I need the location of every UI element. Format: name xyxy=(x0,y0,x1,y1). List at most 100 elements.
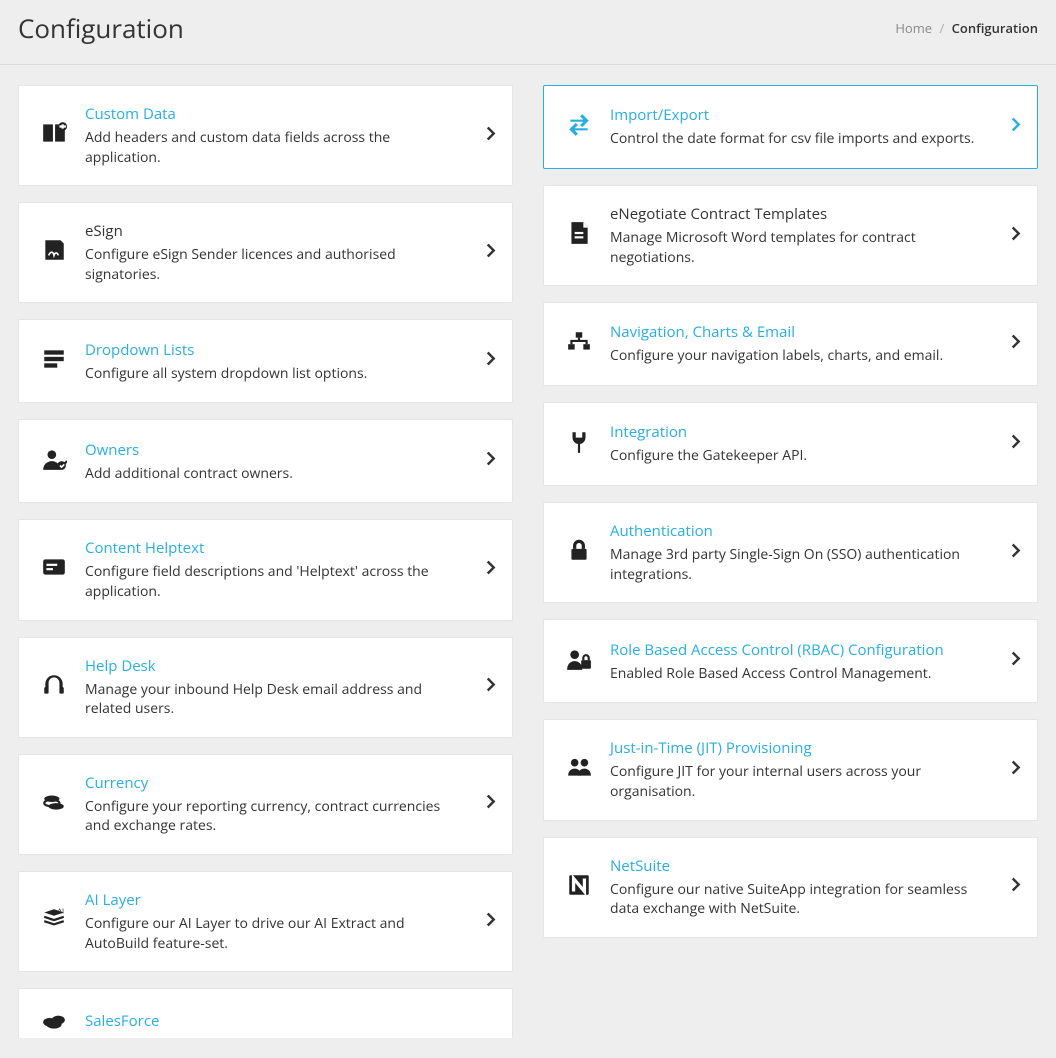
card-role-based-access-control-rbac-configuration[interactable]: Role Based Access Control (RBAC) Configu… xyxy=(543,619,1038,703)
card-body: Navigation, Charts & Email Configure your… xyxy=(610,322,1019,366)
card-title: Content Helptext xyxy=(85,538,468,558)
card-title: Owners xyxy=(85,440,468,460)
card-body: Content Helptext Configure field descript… xyxy=(85,538,494,601)
card-body: eSign Configure eSign Sender licences and… xyxy=(85,221,494,284)
card-body: eNegotiate Contract TemplatesManage Micr… xyxy=(610,204,1019,267)
esign-icon xyxy=(37,237,71,268)
cards-grid: Custom Data Add headers and custom data f… xyxy=(0,65,1056,1058)
rbac-icon xyxy=(562,646,596,677)
card-body: Authentication Manage 3rd party Single-Si… xyxy=(610,521,1019,584)
card-body: Just-in-Time (JIT) Provisioning Configure… xyxy=(610,738,1019,801)
right-column: Import/Export Control the date format for… xyxy=(543,85,1038,1038)
chevron-right-icon xyxy=(1011,332,1023,357)
card-desc: Configure all system dropdown list optio… xyxy=(85,364,468,384)
card-title: AI Layer xyxy=(85,890,468,910)
ai-icon xyxy=(37,906,71,937)
breadcrumb-current: Configuration xyxy=(952,19,1038,37)
card-body: NetSuiteConfigure our native SuiteApp in… xyxy=(610,856,1019,919)
card-authentication[interactable]: Authentication Manage 3rd party Single-Si… xyxy=(543,502,1038,603)
card-content-helptext[interactable]: Content Helptext Configure field descript… xyxy=(18,519,513,620)
card-body: Dropdown Lists Configure all system dropd… xyxy=(85,340,494,384)
card-desc: Manage 3rd party Single-Sign On (SSO) au… xyxy=(610,545,993,584)
import-export-icon xyxy=(562,112,596,143)
card-title: eSign xyxy=(85,221,468,241)
chevron-right-icon xyxy=(486,240,498,265)
chevron-right-icon xyxy=(1011,757,1023,782)
card-enegotiate-contract-templates[interactable]: eNegotiate Contract TemplatesManage Micr… xyxy=(543,185,1038,286)
card-body: AI Layer Configure our AI Layer to drive … xyxy=(85,890,494,953)
card-title: Dropdown Lists xyxy=(85,340,468,360)
card-desc: Configure our native SuiteApp integratio… xyxy=(610,880,993,919)
helptext-icon xyxy=(37,554,71,585)
card-desc: Configure your navigation labels, charts… xyxy=(610,346,993,366)
card-help-desk[interactable]: Help Desk Manage your inbound Help Desk e… xyxy=(18,637,513,738)
card-title: Custom Data xyxy=(85,104,468,124)
card-title: Import/Export xyxy=(610,105,993,125)
chevron-right-icon xyxy=(1011,115,1023,140)
card-body: Custom Data Add headers and custom data f… xyxy=(85,104,494,167)
card-currency[interactable]: Currency Configure your reporting currenc… xyxy=(18,754,513,855)
card-custom-data[interactable]: Custom Data Add headers and custom data f… xyxy=(18,85,513,186)
card-desc: Configure field descriptions and 'Helpte… xyxy=(85,562,468,601)
left-column: Custom Data Add headers and custom data f… xyxy=(18,85,513,1038)
chevron-right-icon xyxy=(486,557,498,582)
dropdown-icon xyxy=(37,346,71,377)
card-desc: Manage Microsoft Word templates for cont… xyxy=(610,228,993,267)
breadcrumb-home[interactable]: Home xyxy=(895,19,932,37)
chevron-right-icon xyxy=(486,675,498,700)
integration-icon xyxy=(562,429,596,460)
card-body: Import/Export Control the date format for… xyxy=(610,105,1019,149)
chevron-right-icon xyxy=(486,909,498,934)
card-salesforce[interactable]: SalesForce xyxy=(18,988,513,1038)
card-body: Role Based Access Control (RBAC) Configu… xyxy=(610,640,1019,684)
card-desc: Configure our AI Layer to drive our AI E… xyxy=(85,914,468,953)
breadcrumb: Home / Configuration xyxy=(895,19,1038,37)
card-body: Integration Configure the Gatekeeper API. xyxy=(610,422,1019,466)
card-desc: Configure your reporting currency, contr… xyxy=(85,797,468,836)
card-esign[interactable]: eSign Configure eSign Sender licences and… xyxy=(18,202,513,303)
card-netsuite[interactable]: NetSuiteConfigure our native SuiteApp in… xyxy=(543,837,1038,938)
card-import-export[interactable]: Import/Export Control the date format for… xyxy=(543,85,1038,169)
card-integration[interactable]: Integration Configure the Gatekeeper API. xyxy=(543,402,1038,486)
card-desc: Control the date format for csv file imp… xyxy=(610,129,993,149)
card-dropdown-lists[interactable]: Dropdown Lists Configure all system dropd… xyxy=(18,319,513,403)
chevron-right-icon xyxy=(1011,540,1023,565)
card-title: Help Desk xyxy=(85,656,468,676)
card-title: Integration xyxy=(610,422,993,442)
card-ai-layer[interactable]: AI Layer Configure our AI Layer to drive … xyxy=(18,871,513,972)
card-title: Just-in-Time (JIT) Provisioning xyxy=(610,738,993,758)
card-title: Navigation, Charts & Email xyxy=(610,322,993,342)
chevron-right-icon xyxy=(1011,875,1023,900)
card-title: Role Based Access Control (RBAC) Configu… xyxy=(610,640,993,660)
page-title: Configuration xyxy=(18,10,184,46)
card-body: Help Desk Manage your inbound Help Desk e… xyxy=(85,656,494,719)
card-body: SalesForce xyxy=(85,1011,494,1035)
card-navigation-charts-email[interactable]: Navigation, Charts & Email Configure your… xyxy=(543,302,1038,386)
card-desc: Add headers and custom data fields acros… xyxy=(85,128,468,167)
chevron-right-icon xyxy=(486,449,498,474)
salesforce-icon xyxy=(37,1007,71,1038)
card-owners[interactable]: Owners Add additional contract owners. xyxy=(18,419,513,503)
netsuite-icon xyxy=(562,872,596,903)
chevron-right-icon xyxy=(486,792,498,817)
chevron-right-icon xyxy=(1011,432,1023,457)
card-desc: Enabled Role Based Access Control Manage… xyxy=(610,664,993,684)
auth-icon xyxy=(562,537,596,568)
card-title: Authentication xyxy=(610,521,993,541)
page-header: Configuration Home / Configuration xyxy=(0,0,1056,65)
breadcrumb-sep: / xyxy=(939,19,944,37)
enegotiate-icon xyxy=(562,220,596,251)
owners-icon xyxy=(37,446,71,477)
chevron-right-icon xyxy=(486,349,498,374)
card-desc: Manage your inbound Help Desk email addr… xyxy=(85,680,468,719)
chevron-right-icon xyxy=(1011,649,1023,674)
card-desc: Configure eSign Sender licences and auth… xyxy=(85,245,468,284)
card-desc: Configure JIT for your internal users ac… xyxy=(610,762,993,801)
card-desc: Add additional contract owners. xyxy=(85,464,468,484)
card-title: Currency xyxy=(85,773,468,793)
chevron-right-icon xyxy=(486,123,498,148)
card-title: SalesForce xyxy=(85,1011,468,1031)
helpdesk-icon xyxy=(37,672,71,703)
card-desc: Configure the Gatekeeper API. xyxy=(610,446,993,466)
card-just-in-time-jit-provisioning[interactable]: Just-in-Time (JIT) Provisioning Configure… xyxy=(543,719,1038,820)
